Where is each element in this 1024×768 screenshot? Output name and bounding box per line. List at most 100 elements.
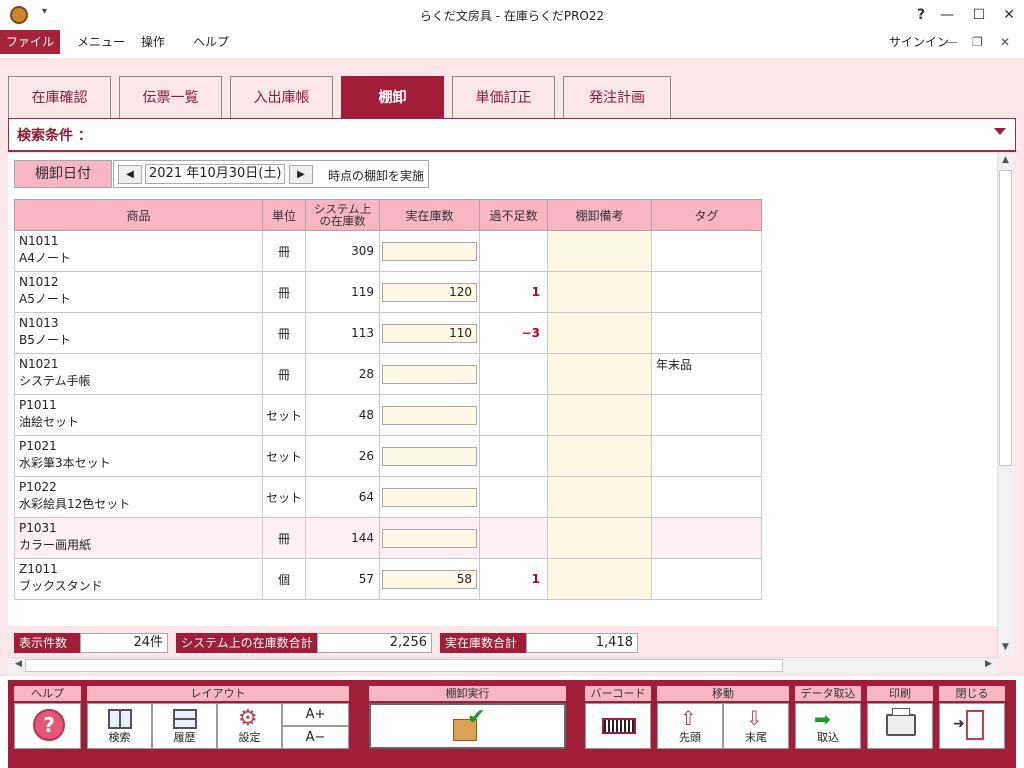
diff-cell <box>479 230 548 272</box>
memo-cell[interactable] <box>547 353 652 395</box>
memo-cell[interactable] <box>547 230 652 272</box>
move-last-button[interactable]: ⇩ 末尾 <box>723 703 789 749</box>
search-layout-button[interactable]: 検索 <box>87 703 152 749</box>
menu-file[interactable]: ファイル <box>0 30 60 54</box>
product-cell[interactable]: P1011 油絵セット <box>14 394 263 436</box>
actual-stock-input[interactable] <box>382 446 477 466</box>
product-cell[interactable]: P1021 水彩筆3本セット <box>14 435 263 477</box>
memo-cell[interactable] <box>547 394 652 436</box>
tag-cell[interactable]: 年末品 <box>651 353 762 395</box>
move-last-label: 末尾 <box>745 731 767 744</box>
tag-cell[interactable] <box>651 394 762 436</box>
font-up-button[interactable]: A+ <box>282 703 349 726</box>
product-cell[interactable]: N1012 A5ノート <box>14 271 263 313</box>
product-cell[interactable]: N1021 システム手帳 <box>14 353 263 395</box>
menu-help[interactable]: ヘルプ <box>193 30 229 54</box>
signin-link[interactable]: サインイン <box>889 30 949 54</box>
product-cell[interactable]: P1022 水彩絵具12色セット <box>14 476 263 518</box>
history-layout-button[interactable]: 履歴 <box>152 703 217 749</box>
table-row[interactable]: N1013 B5ノート 冊 113 110 −3 <box>14 312 762 354</box>
tag-cell[interactable] <box>651 517 762 559</box>
table-row[interactable]: P1022 水彩絵具12色セット セット 64 <box>14 476 762 518</box>
unit-cell: 冊 <box>262 271 306 313</box>
scroll-right-icon[interactable]: ▶ <box>980 659 997 669</box>
horizontal-scroll-thumb[interactable] <box>25 659 783 672</box>
actual-stock-input[interactable] <box>382 487 477 507</box>
table-row[interactable]: P1021 水彩筆3本セット セット 26 <box>14 435 762 477</box>
memo-cell[interactable] <box>547 312 652 354</box>
memo-cell[interactable] <box>547 476 652 518</box>
actual-stock-input[interactable]: 120 <box>382 282 477 302</box>
import-button[interactable]: ➡ 取込 <box>795 703 861 749</box>
scroll-down-icon[interactable]: ▼ <box>997 642 1014 652</box>
table-row[interactable]: Z1011 ブックスタンド 個 57 58 1 <box>14 558 762 600</box>
table-row[interactable]: P1011 油絵セット セット 48 <box>14 394 762 436</box>
actual-stock-input[interactable]: 58 <box>382 569 477 589</box>
actual-stock-input[interactable] <box>382 241 477 261</box>
product-cell[interactable]: N1011 A4ノート <box>14 230 263 272</box>
close-icon[interactable]: ✕ <box>994 4 1024 26</box>
col-memo[interactable]: 棚卸備考 <box>547 199 652 231</box>
tag-cell[interactable] <box>651 558 762 600</box>
tag-cell[interactable] <box>651 476 762 518</box>
col-tag[interactable]: タグ <box>651 199 762 231</box>
product-cell[interactable]: N1013 B5ノート <box>14 312 263 354</box>
tag-cell[interactable] <box>651 435 762 477</box>
table-row[interactable]: P1031 カラー画用紙 冊 144 <box>14 517 762 559</box>
memo-cell[interactable] <box>547 517 652 559</box>
tab-inventory[interactable]: 棚卸 <box>341 76 444 118</box>
memo-cell[interactable] <box>547 435 652 477</box>
product-cell[interactable]: P1031 カラー画用紙 <box>14 517 263 559</box>
criteria-expand-icon[interactable] <box>994 128 1006 135</box>
ribbon-close-icon[interactable]: ✕ <box>1000 30 1010 54</box>
tab-slip-list[interactable]: 伝票一覧 <box>119 76 222 118</box>
tag-cell[interactable] <box>651 312 762 354</box>
inventory-date-suffix: 時点の棚卸を実施 <box>328 169 425 183</box>
product-cell[interactable]: Z1011 ブックスタンド <box>14 558 263 600</box>
tab-order-plan[interactable]: 発注計画 <box>563 76 671 118</box>
close-screen-button[interactable]: ➜ <box>939 703 1005 749</box>
minimize-icon[interactable]: — <box>932 4 962 26</box>
col-product[interactable]: 商品 <box>14 199 263 231</box>
menu-operation[interactable]: 操作 <box>141 30 165 54</box>
font-down-button[interactable]: A− <box>282 726 349 749</box>
settings-button[interactable]: ⚙ 設定 <box>217 703 282 749</box>
help-button[interactable]: ? <box>14 703 81 749</box>
print-button[interactable] <box>867 703 933 749</box>
scroll-up-icon[interactable]: ▲ <box>997 155 1014 165</box>
tab-price-correction[interactable]: 単価訂正 <box>452 76 555 118</box>
ribbon-restore-icon[interactable]: ❐ <box>972 30 983 54</box>
date-prev-icon[interactable]: ◀ <box>118 165 142 184</box>
actual-stock-input[interactable]: 110 <box>382 323 477 343</box>
tag-cell[interactable] <box>651 271 762 313</box>
ribbon-minimize-icon[interactable]: — <box>946 30 958 54</box>
maximize-icon[interactable]: ☐ <box>964 4 994 26</box>
actual-stock-cell: 120 <box>379 271 480 313</box>
tab-stock-check[interactable]: 在庫確認 <box>8 76 111 118</box>
table-row[interactable]: N1011 A4ノート 冊 309 <box>14 230 762 272</box>
barcode-button[interactable] <box>585 703 651 749</box>
table-row[interactable]: N1012 A5ノート 冊 119 120 1 <box>14 271 762 313</box>
search-criteria-bar[interactable] <box>8 118 1016 152</box>
move-first-button[interactable]: ⇧ 先頭 <box>657 703 723 749</box>
tag-cell[interactable] <box>651 230 762 272</box>
table-row[interactable]: N1021 システム手帳 冊 28 年末品 <box>14 353 762 395</box>
actual-stock-input[interactable] <box>382 528 477 548</box>
memo-cell[interactable] <box>547 271 652 313</box>
col-diff[interactable]: 過不足数 <box>479 199 548 231</box>
vertical-scroll-thumb[interactable] <box>999 170 1012 466</box>
date-next-icon[interactable]: ▶ <box>289 165 313 184</box>
menu-menu[interactable]: メニュー <box>77 30 125 54</box>
memo-cell[interactable] <box>547 558 652 600</box>
col-actual-stock[interactable]: 実在庫数 <box>379 199 480 231</box>
execute-inventory-button[interactable]: ✔ <box>369 703 566 749</box>
actual-stock-input[interactable] <box>382 364 477 384</box>
diff-cell <box>479 517 548 559</box>
actual-total-value: 1,418 <box>526 633 638 653</box>
actual-stock-input[interactable] <box>382 405 477 425</box>
unit-cell: 個 <box>262 558 306 600</box>
col-unit[interactable]: 単位 <box>262 199 306 231</box>
inventory-date-field[interactable]: 2021 年10月30日(土) <box>145 164 285 184</box>
tab-in-out-ledger[interactable]: 入出庫帳 <box>230 76 333 118</box>
col-system-stock[interactable]: システム上 の在庫数 <box>305 199 380 231</box>
